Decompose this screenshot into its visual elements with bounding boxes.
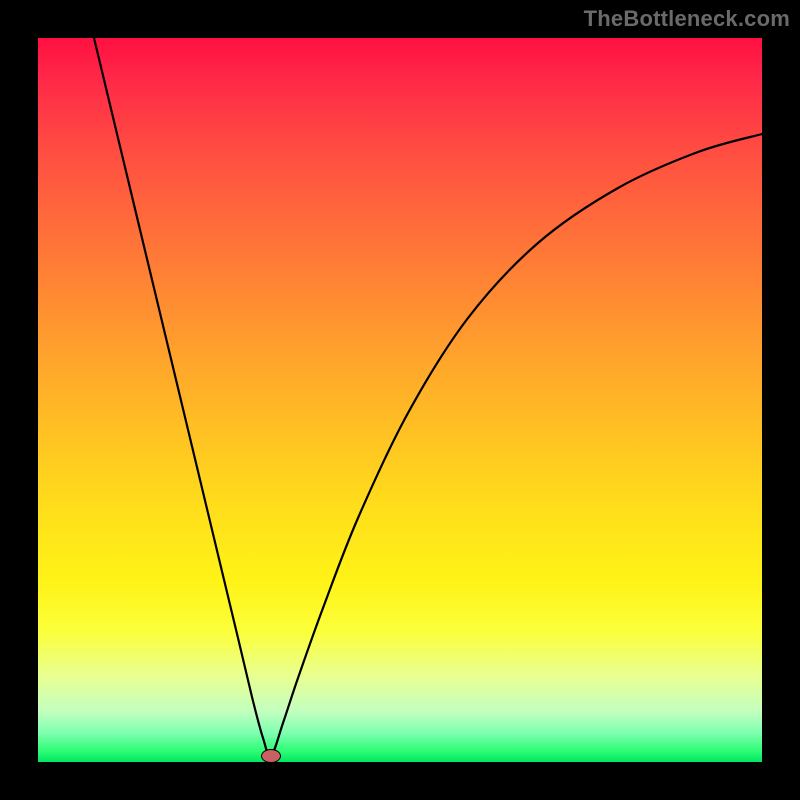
watermark-text: TheBottleneck.com	[584, 6, 790, 32]
bottleneck-curve	[38, 38, 762, 762]
optimum-marker	[261, 749, 281, 762]
plot-area	[38, 38, 762, 762]
chart-frame: TheBottleneck.com	[0, 0, 800, 800]
